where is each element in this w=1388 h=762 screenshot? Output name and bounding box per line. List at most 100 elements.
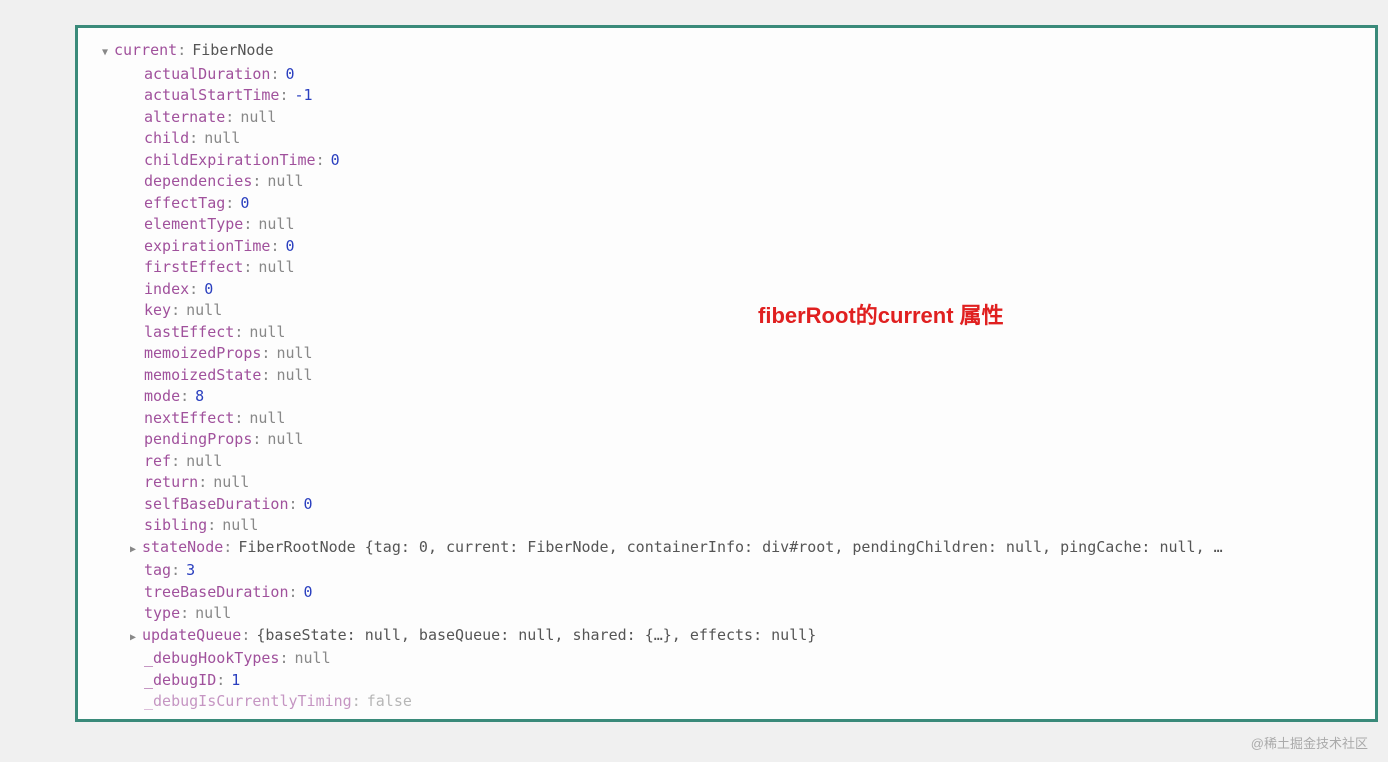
chevron-right-icon[interactable] bbox=[130, 539, 142, 561]
prop-value: null bbox=[276, 365, 312, 387]
tree-row[interactable]: child:null bbox=[86, 128, 1367, 150]
prop-value: {baseState: null, baseQueue: null, share… bbox=[256, 625, 816, 647]
prop-key: selfBaseDuration bbox=[144, 494, 289, 516]
tree-row[interactable]: _debugIsCurrentlyTiming: false bbox=[86, 691, 1367, 713]
tree-row[interactable]: tag:3 bbox=[86, 560, 1367, 582]
prop-value: null bbox=[186, 300, 222, 322]
tree-row[interactable]: key:null bbox=[86, 300, 1367, 322]
tree-row[interactable]: actualDuration:0 bbox=[86, 64, 1367, 86]
prop-key: key bbox=[144, 300, 171, 322]
tree-row[interactable]: treeBaseDuration:0 bbox=[86, 582, 1367, 604]
tree-row[interactable]: dependencies:null bbox=[86, 171, 1367, 193]
tree-row[interactable]: pendingProps:null bbox=[86, 429, 1367, 451]
prop-value: null bbox=[258, 257, 294, 279]
prop-value: null bbox=[240, 107, 276, 129]
tree-row[interactable]: elementType:null bbox=[86, 214, 1367, 236]
tree-row[interactable]: sibling:null bbox=[86, 515, 1367, 537]
prop-value: 0 bbox=[204, 279, 213, 301]
prop-key: alternate bbox=[144, 107, 225, 129]
prop-value: null bbox=[267, 171, 303, 193]
tree-row[interactable]: memoizedProps:null bbox=[86, 343, 1367, 365]
prop-value: FiberNode bbox=[192, 40, 273, 62]
prop-key: sibling bbox=[144, 515, 207, 537]
prop-key: pendingProps bbox=[144, 429, 252, 451]
tree-row[interactable]: memoizedState:null bbox=[86, 365, 1367, 387]
prop-key: index bbox=[144, 279, 189, 301]
tree-row[interactable]: nextEffect:null bbox=[86, 408, 1367, 430]
prop-value: 0 bbox=[331, 150, 340, 172]
prop-key: elementType bbox=[144, 214, 243, 236]
prop-key: effectTag bbox=[144, 193, 225, 215]
prop-value: null bbox=[249, 408, 285, 430]
tree-row[interactable]: effectTag:0 bbox=[86, 193, 1367, 215]
prop-value: null bbox=[267, 429, 303, 451]
watermark: @稀土掘金技术社区 bbox=[1251, 733, 1368, 752]
prop-key: dependencies bbox=[144, 171, 252, 193]
prop-value: null bbox=[213, 472, 249, 494]
tree-row[interactable]: mode:8 bbox=[86, 386, 1367, 408]
prop-key: return bbox=[144, 472, 198, 494]
tree-row[interactable]: expirationTime:0 bbox=[86, 236, 1367, 258]
prop-key: _debugHookTypes bbox=[144, 648, 279, 670]
prop-key: type bbox=[144, 603, 180, 625]
prop-key: ref bbox=[144, 451, 171, 473]
prop-value: null bbox=[195, 603, 231, 625]
tree-row[interactable]: actualStartTime:-1 bbox=[86, 85, 1367, 107]
prop-value: null bbox=[186, 451, 222, 473]
chevron-right-icon[interactable] bbox=[130, 627, 142, 649]
tree-row[interactable]: alternate:null bbox=[86, 107, 1367, 129]
prop-key: _debugIsCurrentlyTiming bbox=[144, 691, 352, 713]
tree-row-updatequeue[interactable]: updateQueue: {baseState: null, baseQueue… bbox=[86, 625, 1367, 649]
prop-value: false bbox=[367, 691, 412, 713]
tree-row-root[interactable]: current: FiberNode bbox=[86, 40, 1367, 64]
tree-row[interactable]: ref:null bbox=[86, 451, 1367, 473]
prop-key: stateNode bbox=[142, 537, 223, 559]
prop-key: child bbox=[144, 128, 189, 150]
tree-row-statenode[interactable]: stateNode: FiberRootNode {tag: 0, curren… bbox=[86, 537, 1367, 561]
prop-value: null bbox=[295, 648, 331, 670]
prop-value: 0 bbox=[304, 582, 313, 604]
prop-key: expirationTime bbox=[144, 236, 270, 258]
prop-key: memoizedProps bbox=[144, 343, 261, 365]
prop-key: memoizedState bbox=[144, 365, 261, 387]
prop-value: 1 bbox=[231, 670, 240, 692]
prop-value: 0 bbox=[304, 494, 313, 516]
prop-value: null bbox=[249, 322, 285, 344]
prop-value: 0 bbox=[285, 64, 294, 86]
prop-value: null bbox=[204, 128, 240, 150]
prop-key: updateQueue bbox=[142, 625, 241, 647]
chevron-down-icon[interactable] bbox=[102, 42, 114, 64]
prop-key: actualStartTime bbox=[144, 85, 279, 107]
prop-key: _debugID bbox=[144, 670, 216, 692]
prop-value: -1 bbox=[295, 85, 313, 107]
devtools-panel: current: FiberNode actualDuration:0actua… bbox=[75, 25, 1378, 722]
tree-row[interactable]: type:null bbox=[86, 603, 1367, 625]
tree-row[interactable]: _debugHookTypes:null bbox=[86, 648, 1367, 670]
prop-key: mode bbox=[144, 386, 180, 408]
prop-key: actualDuration bbox=[144, 64, 270, 86]
tree-row[interactable]: _debugID:1 bbox=[86, 670, 1367, 692]
prop-value: null bbox=[276, 343, 312, 365]
prop-key: treeBaseDuration bbox=[144, 582, 289, 604]
prop-key: childExpirationTime bbox=[144, 150, 316, 172]
prop-value: 0 bbox=[240, 193, 249, 215]
prop-key: current bbox=[114, 40, 177, 62]
tree-row[interactable]: lastEffect:null bbox=[86, 322, 1367, 344]
prop-key: lastEffect bbox=[144, 322, 234, 344]
prop-key: firstEffect bbox=[144, 257, 243, 279]
prop-key: nextEffect bbox=[144, 408, 234, 430]
object-tree: current: FiberNode actualDuration:0actua… bbox=[86, 40, 1367, 713]
tree-row[interactable]: selfBaseDuration:0 bbox=[86, 494, 1367, 516]
tree-row[interactable]: index:0 bbox=[86, 279, 1367, 301]
tree-row[interactable]: childExpirationTime:0 bbox=[86, 150, 1367, 172]
tree-row[interactable]: firstEffect:null bbox=[86, 257, 1367, 279]
prop-value: null bbox=[258, 214, 294, 236]
tree-row[interactable]: return:null bbox=[86, 472, 1367, 494]
prop-value: FiberRootNode {tag: 0, current: FiberNod… bbox=[238, 537, 1222, 559]
prop-value: null bbox=[222, 515, 258, 537]
prop-value: 3 bbox=[186, 560, 195, 582]
annotation-label: fiberRoot的current 属性 bbox=[758, 298, 1004, 330]
prop-value: 8 bbox=[195, 386, 204, 408]
prop-key: tag bbox=[144, 560, 171, 582]
prop-value: 0 bbox=[285, 236, 294, 258]
